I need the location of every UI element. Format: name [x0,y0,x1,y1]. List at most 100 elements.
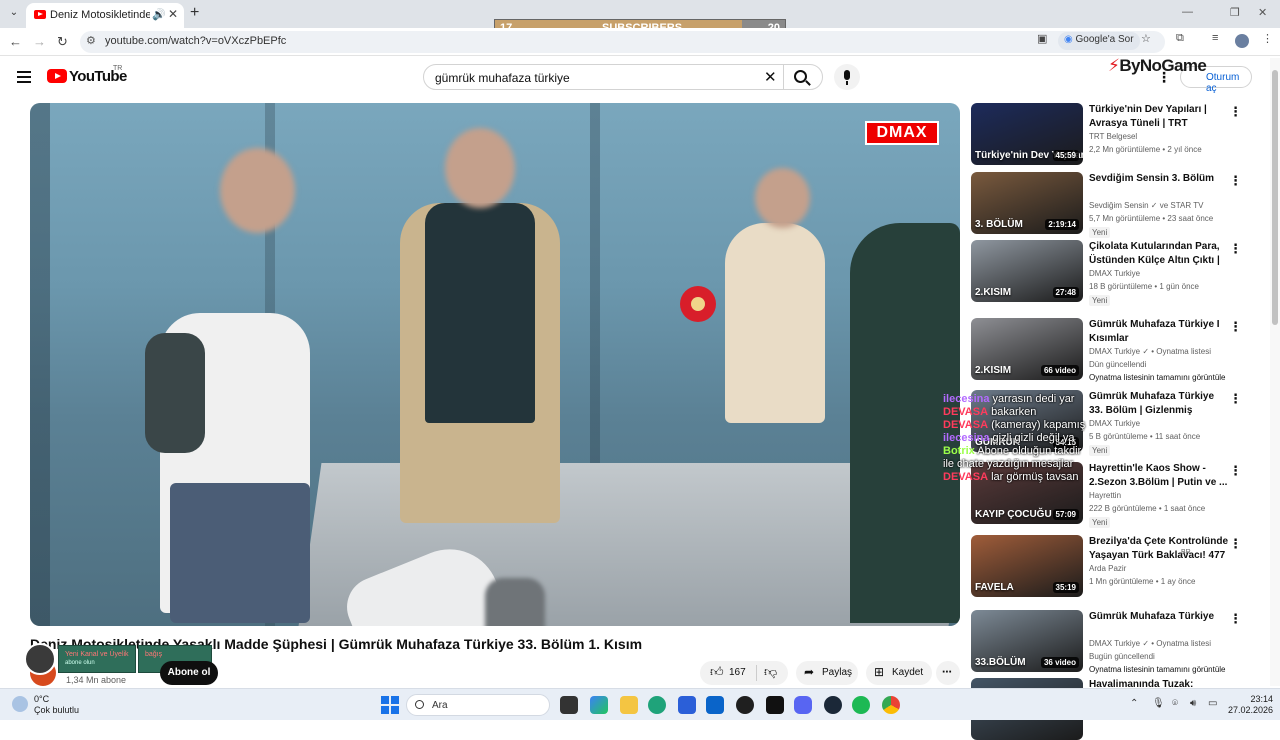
video-thumbnail[interactable]: 3. BÖLÜM 2:19:14 [971,172,1083,234]
person-right [725,223,825,423]
outlook-icon[interactable] [706,696,724,714]
clear-search-icon[interactable]: ✕ [764,68,777,86]
country-code: TR [113,65,123,72]
speaker-icon[interactable]: 🔊 [152,8,166,21]
dislike-icon[interactable]: 👎︎ [764,664,777,680]
extensions-icon[interactable]: ⧉ [1176,32,1184,45]
file-explorer-icon[interactable] [620,696,638,714]
menu-icon[interactable] [17,71,31,83]
volume-icon[interactable]: 🔊︎ [1190,698,1196,709]
cloud-icon[interactable] [12,696,28,712]
tray-mic-icon[interactable]: 🎙︎ [1152,698,1165,709]
recommendation-item[interactable]: FAVELA 35:19 Brezilya'da Çete Kontrolünde … [971,535,1246,597]
blurred-face [220,148,295,233]
thumbnail-caption: 3. BÖLÜM [975,219,1023,230]
browser-menu-icon[interactable]: ⋮ [1262,32,1273,45]
store-icon[interactable] [678,696,696,714]
capcut-icon[interactable] [766,696,784,714]
subscribe-button[interactable]: Abone ol [160,661,218,685]
recommendation-item[interactable]: 33.BÖLÜM 36 video Gümrük Muhafaza Türkiye D… [971,610,1246,674]
search-box[interactable]: gümrük muhafaza türkiye ✕ [423,64,823,90]
scrollbar-thumb[interactable] [1272,70,1278,325]
duration-badge: 27:48 [1052,287,1079,298]
edge-icon[interactable] [648,696,666,714]
spotify-icon[interactable] [852,696,870,714]
site-info-icon[interactable]: ⚙ [86,34,96,47]
cast-icon[interactable]: ▣ [1037,32,1047,45]
taskbar-search[interactable]: Ara [406,694,550,716]
system-clock[interactable]: 23:14 27.02.2026 [1228,694,1273,716]
voice-search-icon[interactable] [834,64,860,90]
video-thumbnail[interactable]: 2.KISIM 66 video [971,318,1083,380]
video-thumbnail[interactable]: FAVELA 35:19 [971,535,1083,597]
reload-icon[interactable]: ↻ [57,34,68,50]
task-view-icon[interactable] [560,696,578,714]
save-button[interactable]: ⊞ Kaydet [866,661,932,685]
maximize-icon[interactable]: ❐ [1230,6,1240,19]
view-full-playlist-link[interactable]: Oynatma listesinin tamamını görüntüle [1089,373,1226,382]
tab-active[interactable]: Deniz Motosikletinde Yasakl 🔊 ✕ [26,3,184,28]
close-tab-icon[interactable]: ✕ [168,7,178,21]
like-icon[interactable]: 👍︎ [710,664,724,680]
view-full-playlist-link[interactable]: Oynatma listesinin tamamını görüntüle [1089,665,1226,674]
recommendation-item[interactable]: 2.KISIM 66 video Gümrük Muhafaza Türkiye I… [971,318,1246,382]
forward-icon[interactable]: → [33,34,46,49]
url-text[interactable]: youtube.com/watch?v=oVXczPbEPfc [105,35,286,47]
overlay-card-line1: Yeni Kanal ve Üyelik [65,651,129,658]
more-options-icon[interactable]: ⋮ [1229,611,1242,627]
share-label: Paylaş [822,667,853,678]
reading-list-icon[interactable]: ≡ [1212,32,1218,44]
page-scrollbar[interactable] [1270,58,1280,686]
search-icon[interactable] [794,70,807,83]
steam-icon[interactable] [824,696,842,714]
video-thumbnail[interactable]: 33.BÖLÜM 36 video [971,610,1083,672]
tray-chevron-icon[interactable]: ⌃ [1130,698,1138,709]
share-button[interactable]: ➦ Paylaş [796,661,858,685]
back-icon[interactable]: ← [9,34,22,49]
recommendation-item[interactable]: Havalimanında Tuzak: Hediyelik [971,678,1246,740]
recommendation-title: Gümrük Muhafaza Türkiye [1089,611,1215,622]
like-count[interactable]: 167 [729,667,746,678]
view-meta: 1 Mn görüntüleme • 1 ay önce [1089,577,1196,586]
weather-widget[interactable]: 0°C Çok bulutlu [34,694,79,716]
more-options-icon[interactable]: ⋮ [1229,319,1242,335]
duration-badge: 45:59 [1052,150,1079,161]
recommendation-title: Gümrük Muhafaza Türkiye I Kısımlar [1089,319,1220,344]
recommendation-item[interactable]: 2.KISIM 27:48 Çikolata Kutularından Para, … [971,240,1246,306]
video-thumbnail[interactable]: 2.KISIM 27:48 [971,240,1083,302]
video-thumbnail[interactable]: Türkiye'nin Dev Yapıları 45:59 [971,103,1083,165]
new-tab-icon[interactable]: + [190,4,199,22]
view-meta: Bugün güncellendi [1089,652,1155,661]
start-icon[interactable] [381,696,399,714]
chat-message: DEVASA bakarken [943,406,1280,419]
more-options-icon[interactable]: ⋮ [1229,241,1242,257]
network-icon[interactable]: ⌾ [1172,698,1178,709]
tab-search-chevron-icon[interactable]: ⌄ [6,5,22,21]
search-input[interactable]: gümrük muhafaza türkiye [435,71,570,85]
temperature: 0°C [34,694,50,704]
more-options-icon[interactable]: ⋮ [1229,104,1242,120]
youtube-play-icon [47,69,67,83]
close-window-icon[interactable]: ✕ [1258,6,1267,19]
chat-text: ile chate yazdığın mesajlar [943,458,1074,470]
more-actions-button[interactable]: ⋯ [936,661,960,685]
video-player[interactable]: DMAX [30,103,960,626]
obs-icon[interactable] [736,696,754,714]
copilot-icon[interactable] [590,696,608,714]
google-sor-button[interactable]: ◉ Google'a Sor [1058,32,1140,50]
discord-icon[interactable] [794,696,812,714]
chat-username: DEVASA [943,419,989,431]
view-meta: Dün güncellendi [1089,360,1147,369]
more-options-icon[interactable]: ⋮ [1229,173,1242,189]
more-options-icon[interactable]: ⋮ [1229,536,1242,552]
chrome-icon[interactable] [882,696,900,714]
share-icon: ➦ [804,665,815,679]
bookmark-star-icon[interactable]: ☆ [1141,32,1151,45]
address-bar[interactable]: ⚙ youtube.com/watch?v=oVXczPbEPfc [80,31,1165,53]
recommendation-item[interactable]: Türkiye'nin Dev Yapıları 45:59 Türkiye'nin… [971,103,1246,165]
battery-icon[interactable]: ▭ [1208,698,1217,709]
minimize-icon[interactable]: — [1182,6,1193,18]
recommendation-item[interactable]: 3. BÖLÜM 2:19:14 Sevdiğim Sensin 3. Bölüm S… [971,172,1246,238]
profile-avatar[interactable] [1235,34,1249,48]
channel-name: Hayrettin [1089,491,1122,500]
